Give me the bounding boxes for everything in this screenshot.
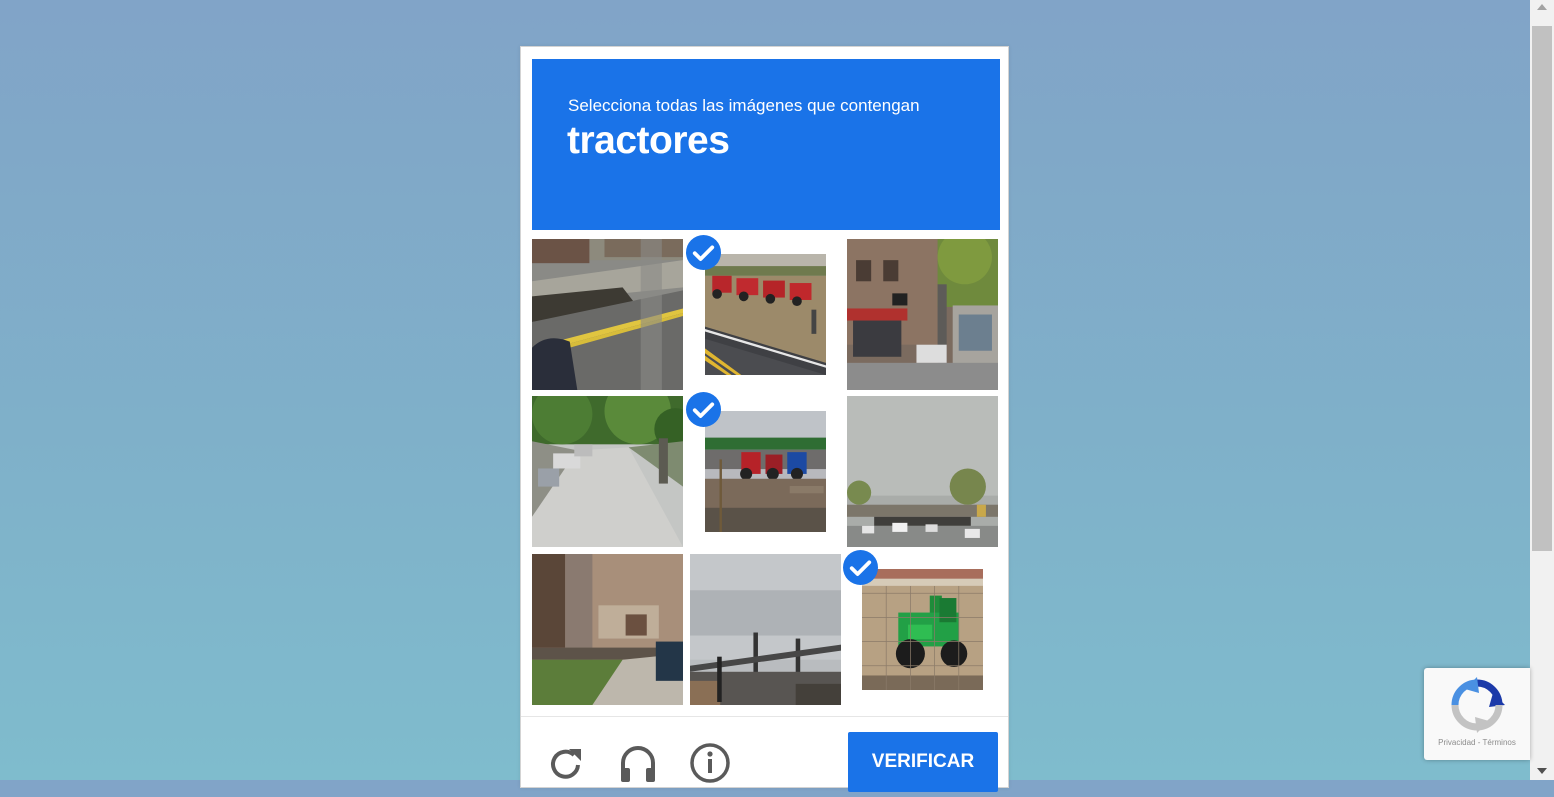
grid-tile[interactable]: [686, 235, 841, 390]
grid-tile[interactable]: [847, 239, 998, 390]
tile-image: [847, 239, 998, 390]
tile-image: [532, 396, 683, 547]
scroll-up-arrow-icon[interactable]: [1537, 4, 1547, 10]
tile-image: [705, 254, 826, 375]
link-separator: -: [1477, 738, 1481, 747]
challenge-instruction: Selecciona todas las imágenes que conten…: [568, 96, 920, 115]
verify-button[interactable]: VERIFICAR: [848, 732, 998, 792]
scroll-down-arrow-icon[interactable]: [1537, 768, 1547, 774]
challenge-target: tractores: [567, 119, 730, 162]
check-icon: [686, 392, 721, 427]
terms-link[interactable]: Términos: [1483, 738, 1516, 747]
grid-tile[interactable]: [532, 554, 683, 705]
info-icon[interactable]: [689, 742, 731, 784]
grid-tile[interactable]: [843, 550, 998, 705]
grid-tile[interactable]: [847, 396, 998, 547]
image-grid: [532, 235, 1001, 707]
scroll-thumb[interactable]: [1532, 26, 1552, 551]
headphones-icon[interactable]: [617, 742, 659, 784]
privacy-link[interactable]: Privacidad: [1438, 738, 1475, 747]
tile-image: [847, 396, 998, 547]
reload-icon[interactable]: [545, 742, 587, 784]
check-icon: [686, 235, 721, 270]
challenge-footer: VERIFICAR: [521, 716, 1008, 797]
grid-tile[interactable]: [686, 392, 841, 547]
tile-image: [532, 239, 683, 390]
tile-image: [690, 554, 841, 705]
grid-tile[interactable]: [532, 239, 683, 390]
recaptcha-logo-icon: [1449, 677, 1505, 733]
tile-image: [862, 569, 983, 690]
recaptcha-badge[interactable]: Privacidad - Términos: [1424, 668, 1530, 760]
grid-tile[interactable]: [690, 554, 841, 705]
vertical-scrollbar[interactable]: [1530, 0, 1554, 780]
recaptcha-challenge: Selecciona todas las imágenes que conten…: [520, 46, 1009, 792]
tile-image: [532, 554, 683, 705]
badge-links: Privacidad - Términos: [1424, 738, 1530, 747]
challenge-header: Selecciona todas las imágenes que conten…: [532, 59, 1000, 230]
check-icon: [843, 550, 878, 585]
grid-tile[interactable]: [532, 396, 683, 547]
tile-image: [705, 411, 826, 532]
